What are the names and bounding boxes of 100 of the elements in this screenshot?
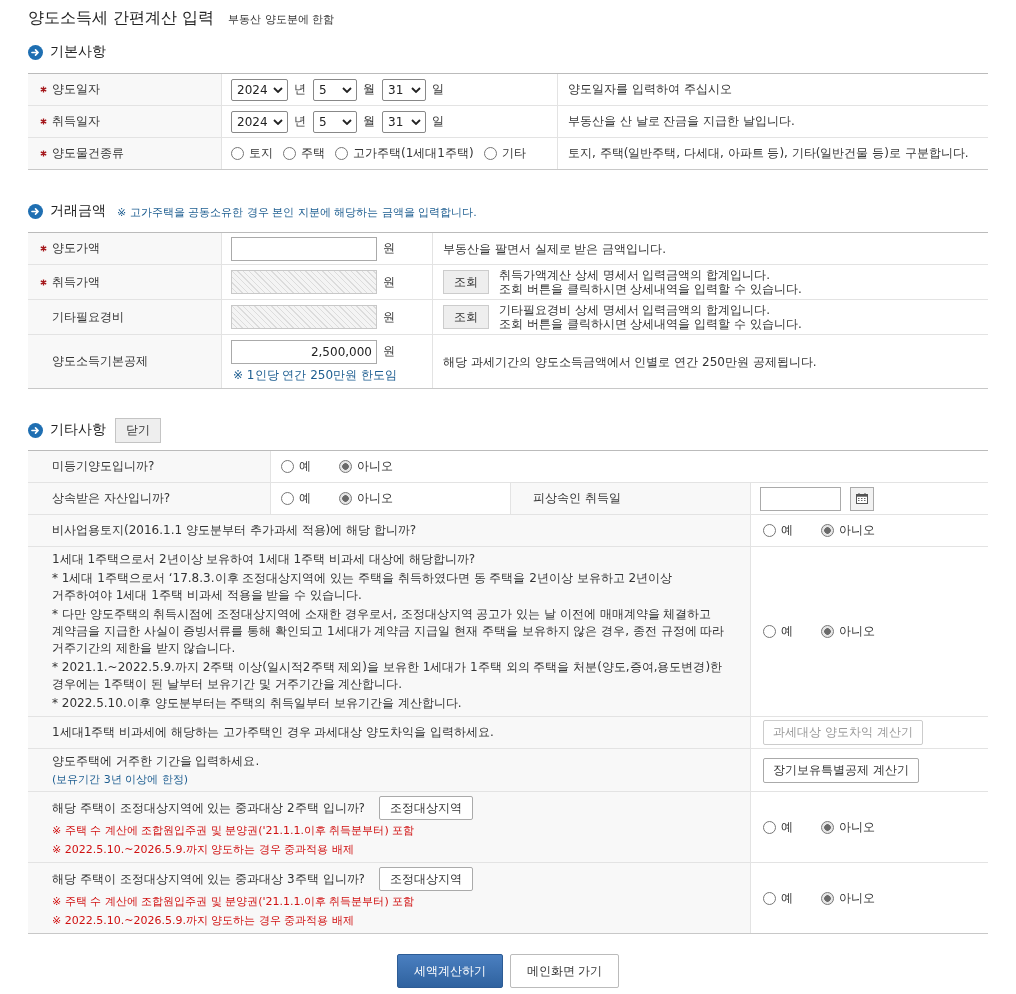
region-button[interactable]: 조정대상지역 xyxy=(378,796,473,820)
radio-icon[interactable] xyxy=(763,891,776,905)
note-text: * 2022.5.10.이후 양도분부터는 주택의 취득일부터 보유기간을 계산합니다. xyxy=(52,695,462,712)
radio-option[interactable]: 토지 xyxy=(231,145,273,162)
radio-icon[interactable] xyxy=(483,147,497,160)
field-description: 해당 과세기간의 양도소득금액에서 인별로 연간 250만원 공제됩니다. xyxy=(443,354,817,369)
radio-icon[interactable] xyxy=(821,524,834,537)
radio-option[interactable]: 예 xyxy=(763,522,793,539)
question-text: 1세대 1주택으로서 2년이상 보유하여 1세대 1주택 비과세 대상에 해당합니까? xyxy=(52,551,476,568)
field-label: 취득일자 xyxy=(52,113,100,130)
year-dropdown[interactable]: 2024 xyxy=(231,78,288,101)
chevron-icon xyxy=(273,86,283,93)
close-button[interactable]: 닫기 xyxy=(115,417,161,443)
unit-label: 년 xyxy=(294,81,306,98)
radio-icon[interactable] xyxy=(763,524,776,537)
question-text: 해당 주택이 조정대상지역에 있는 중과대상 3주택 입니까? xyxy=(52,870,365,888)
amount-field[interactable] xyxy=(231,236,377,261)
section-title: 기본사항 xyxy=(50,43,106,61)
asterisk-icon xyxy=(40,278,47,286)
unit-label: 원 xyxy=(383,240,395,257)
field-label: 양도일자 xyxy=(52,81,100,98)
radio-option[interactable]: 예 xyxy=(281,490,311,507)
radio-option[interactable]: 아니오 xyxy=(821,889,875,907)
calendar-button[interactable] xyxy=(850,486,874,511)
radio-icon[interactable] xyxy=(281,460,294,473)
date-field[interactable] xyxy=(760,486,841,511)
radio-icon[interactable] xyxy=(339,460,352,473)
note-text: * 1세대 1주택으로서 ‘17.8.3.이후 조정대상지역에 있는 주택을 취득하였다면 동 주택을 2년이상 보유하고 2년이상 거주하여야 1세대 1주택 비과세 적용을 받을 수 있습니다. xyxy=(52,570,674,604)
radio-option[interactable]: 예 xyxy=(763,623,793,640)
section-title: 거래금액 xyxy=(50,202,106,220)
warning-text: ※ 2022.5.10.~2026.5.9.까지 양도하는 경우 중과적용 배제 xyxy=(52,913,354,929)
radio-icon[interactable] xyxy=(283,147,296,160)
radio-icon[interactable] xyxy=(281,492,294,505)
chevron-icon xyxy=(411,86,421,93)
radio-option[interactable]: 고가주택(1세대1주택) xyxy=(335,145,474,162)
radio-option[interactable]: 아니오 xyxy=(821,623,875,640)
field-label: 피상속인 취득일 xyxy=(533,490,621,507)
arrow-circle-icon xyxy=(28,422,43,438)
month-dropdown[interactable]: 5 xyxy=(313,78,357,101)
radio-icon[interactable] xyxy=(231,147,244,160)
limit-note: ※ 1인당 연간 250만원 한도임 xyxy=(233,366,397,384)
month-dropdown[interactable]: 5 xyxy=(313,110,357,133)
calculator-button[interactable]: 장기보유특별공제 계산기 xyxy=(763,757,919,783)
radio-option[interactable]: 주택 xyxy=(283,145,325,162)
field-label: 양도소득기본공제 xyxy=(52,353,148,370)
field-description: 조회 버튼을 클릭하시면 상세내역을 입력할 수 있습니다. xyxy=(499,317,802,331)
radio-icon[interactable] xyxy=(335,147,348,160)
day-dropdown[interactable]: 31 xyxy=(382,78,426,101)
region-button[interactable]: 조정대상지역 xyxy=(378,867,473,891)
field-description: 부동산을 팔면서 실제로 받은 금액입니다. xyxy=(443,241,667,256)
calendar-icon xyxy=(856,493,868,504)
note-text: * 다만 양도주택의 취득시점에 조정대상지역에 소재한 경우로서, 조정대상지역 공고가 있는 날 이전에 매매계약을 체결하고 계약금을 지급한 사실이 증빙서류를 통해 확인되고 1세대가 계약금 지급일 현재 주택을 보유하지 않은 경우, 종전 규정에 따라 거주기간의 제한을 받지 않습니다. xyxy=(52,606,726,657)
radio-icon[interactable] xyxy=(821,891,834,905)
field-description: 부동산을 산 날로 잔금을 지급한 날입니다. xyxy=(568,113,795,130)
warning-text: ※ 주택 수 계산에 조합원입주권 및 분양권('21.1.1.이후 취득분부터) 포함 xyxy=(52,894,415,910)
chevron-icon xyxy=(411,118,421,125)
radio-icon[interactable] xyxy=(763,625,776,638)
field-label: 양도물건종류 xyxy=(52,145,124,162)
main-page-button[interactable]: 메인화면 가기 xyxy=(509,954,620,988)
radio-option[interactable]: 아니오 xyxy=(821,522,875,539)
field-description: 토지, 주택(일반주택, 다세대, 아파트 등), 기타(일반건물 등)로 구분합니다. xyxy=(568,145,969,162)
arrow-circle-icon xyxy=(28,203,43,219)
radio-option[interactable]: 기타 xyxy=(483,145,526,162)
asterisk-icon xyxy=(40,150,47,157)
unit-label: 원 xyxy=(383,343,395,360)
radio-icon[interactable] xyxy=(763,820,776,834)
radio-option[interactable]: 아니오 xyxy=(339,490,393,507)
radio-option[interactable]: 예 xyxy=(281,458,311,475)
radio-icon[interactable] xyxy=(821,820,834,834)
chevron-icon xyxy=(342,118,352,125)
field-description: 양도일자를 입력하여 주십시오 xyxy=(568,81,732,98)
question-text: 해당 주택이 조정대상지역에 있는 중과대상 2주택 입니까? xyxy=(52,799,365,817)
radio-option[interactable]: 아니오 xyxy=(339,458,393,475)
question-text: 미등기양도입니까? xyxy=(52,458,155,475)
page-title: 양도소득세 간편계산 입력 xyxy=(28,7,215,29)
year-dropdown[interactable]: 2024 xyxy=(231,110,288,133)
asterisk-icon xyxy=(40,245,47,252)
hint-text: (보유기간 3년 이상에 한정) xyxy=(52,772,189,787)
chevron-icon xyxy=(342,86,352,93)
asterisk-icon xyxy=(40,86,47,93)
question-text: 1세대1주택 비과세에 해당하는 고가주택인 경우 과세대상 양도차익을 입력하세요. xyxy=(52,724,494,741)
calculate-button[interactable]: 세액계산하기 xyxy=(396,954,503,988)
field-label: 취득가액 xyxy=(52,273,100,291)
radio-icon[interactable] xyxy=(821,625,834,638)
radio-option[interactable]: 예 xyxy=(763,818,793,836)
warning-text: ※ 주택 수 계산에 조합원입주권 및 분양권('21.1.1.이후 취득분부터) 포함 xyxy=(52,823,415,839)
unit-label: 일 xyxy=(432,81,444,98)
unit-label: 일 xyxy=(432,113,444,130)
day-dropdown[interactable]: 31 xyxy=(382,110,426,133)
radio-icon[interactable] xyxy=(339,492,352,505)
section-note: ※ 고가주택을 공동소유한 경우 본인 지분에 해당하는 금액을 입력합니다. xyxy=(117,205,477,220)
radio-option[interactable]: 예 xyxy=(763,889,793,907)
note-text: * 2021.1.~2022.5.9.까지 2주택 이상(일시적2주택 제외)을 보유한 1세대가 1주택 외의 주택을 처분(양도,증여,용도변경)한 경우에는 1주택이 된 날부터 보유기간 및 거주기간을 계산합니다. xyxy=(52,659,724,693)
radio-option[interactable]: 아니오 xyxy=(821,818,875,836)
page-subtitle: 부동산 양도분에 한함 xyxy=(228,12,335,27)
unit-label: 월 xyxy=(363,81,375,98)
field-description: 조회 버튼을 클릭하시면 상세내역을 입력할 수 있습니다. xyxy=(499,282,802,296)
chevron-icon xyxy=(273,118,283,125)
question-text: 비사업용토지(2016.1.1 양도분부터 추가과세 적용)에 해당 합니까? xyxy=(52,522,417,539)
amount-field[interactable]: 2,500,000 xyxy=(231,339,377,364)
